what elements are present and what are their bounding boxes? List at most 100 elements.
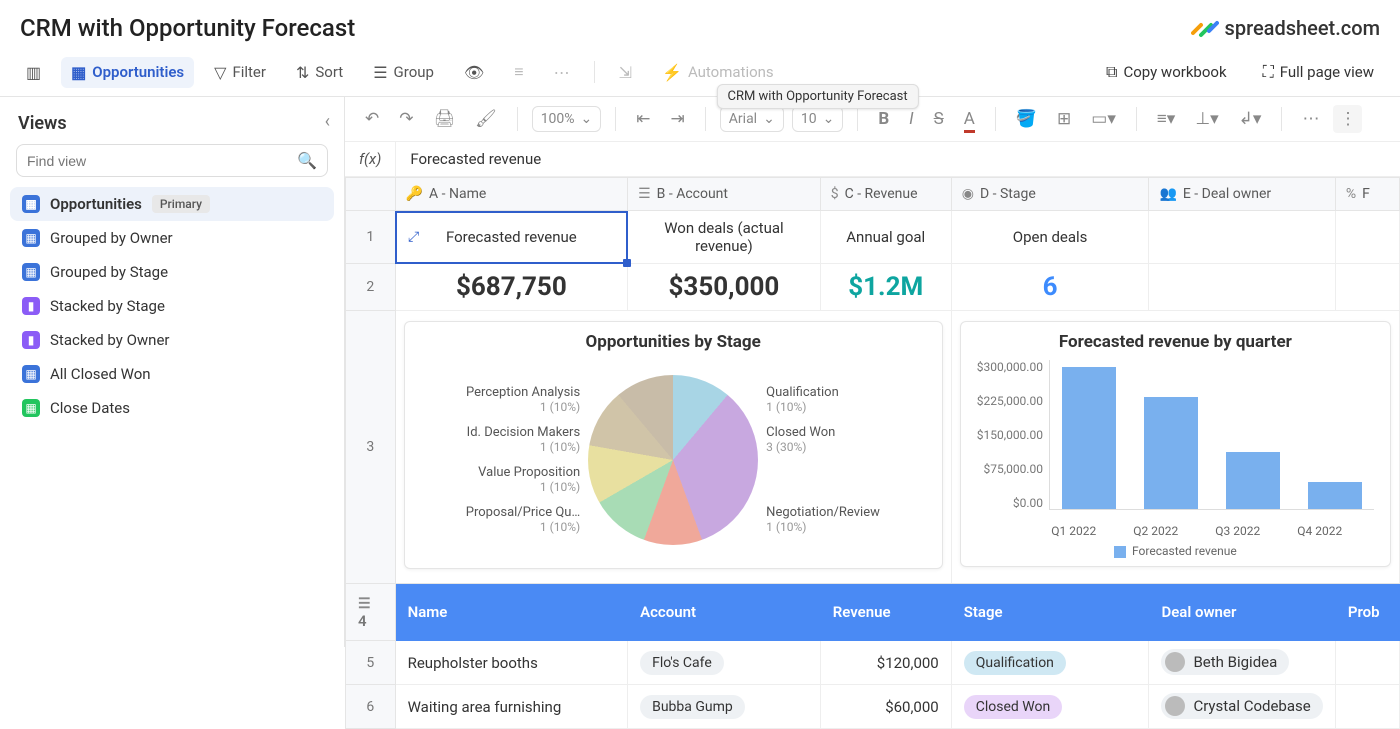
fill-color-icon[interactable]: 🪣 <box>1010 105 1043 133</box>
strikethrough-icon[interactable]: S <box>928 105 950 133</box>
cell-chart-pie[interactable]: Opportunities by Stage Perception Analys… <box>395 311 951 584</box>
col-header-b[interactable]: ☰B - Account <box>628 178 821 211</box>
col-header-d[interactable]: ◉D - Stage <box>951 178 1149 211</box>
row-header-1[interactable]: 1⤢ <box>346 211 396 264</box>
share-view-icon[interactable]: ⇲ <box>609 57 642 88</box>
group-button[interactable]: ☰Group <box>363 57 444 88</box>
italic-icon[interactable]: I <box>903 105 919 133</box>
view-all-closed-won[interactable]: ▦ All Closed Won <box>10 357 334 391</box>
wrap-icon[interactable]: ↲▾ <box>1233 105 1268 133</box>
view-grouped-by-owner[interactable]: ▦ Grouped by Owner <box>10 221 334 255</box>
data-hdr-account[interactable]: Account <box>628 584 821 641</box>
more-format-icon[interactable]: ⋯ <box>1296 105 1325 133</box>
borders-icon[interactable]: ⊞ <box>1051 105 1077 133</box>
row-header-5[interactable]: 5 <box>346 641 396 685</box>
row-header-2[interactable]: 2 <box>346 264 396 311</box>
view-label: Stacked by Stage <box>50 297 165 315</box>
row-header-6[interactable]: 6 <box>346 685 396 729</box>
cell-prob[interactable] <box>1335 641 1399 685</box>
align-v-icon[interactable]: ⊥▾ <box>1189 105 1224 133</box>
cell-account[interactable]: Flo's Cafe <box>628 641 821 685</box>
cell-c1[interactable]: Annual goal <box>820 211 951 264</box>
grid-view-icon: ▦ <box>22 263 40 281</box>
redo-icon[interactable]: ↷ <box>393 105 419 133</box>
cell-a2[interactable]: $687,750 <box>395 264 627 311</box>
cell-b1[interactable]: Won deals (actual revenue) <box>628 211 821 264</box>
view-close-dates[interactable]: ▦ Close Dates <box>10 391 334 425</box>
filter-button[interactable]: ▽Filter <box>204 57 276 88</box>
data-hdr-name[interactable]: Name <box>395 584 627 641</box>
cell-name[interactable]: Waiting area furnishing <box>395 685 627 729</box>
print-icon[interactable]: 🖨 <box>428 105 462 133</box>
row-height-icon[interactable]: ≡ <box>504 56 533 88</box>
brand-logo[interactable]: spreadsheet.com <box>1191 16 1380 40</box>
cell-stage[interactable]: Qualification <box>951 641 1149 685</box>
data-hdr-stage[interactable]: Stage <box>951 584 1149 641</box>
view-opportunities[interactable]: ▦ Opportunities Primary <box>10 187 334 221</box>
data-hdr-owner[interactable]: Deal owner <box>1149 584 1335 641</box>
view-grouped-by-stage[interactable]: ▦ Grouped by Stage <box>10 255 334 289</box>
pie-right-labels: Qualification1 (10%) Closed Won3 (30%) N… <box>758 385 903 535</box>
indent-icon[interactable]: ⇥ <box>665 105 691 133</box>
copy-workbook-button[interactable]: ⧉Copy workbook <box>1096 56 1237 88</box>
merge-cells-icon[interactable]: ▭▾ <box>1085 105 1122 133</box>
select-all-corner[interactable] <box>346 178 396 211</box>
view-stacked-by-stage[interactable]: ▮ Stacked by Stage <box>10 289 334 323</box>
collapse-sidebar-icon[interactable]: ‹ <box>325 111 330 132</box>
format-painter-icon[interactable]: 🖌 <box>469 105 503 133</box>
automations-button[interactable]: ⚡Automations <box>652 57 784 88</box>
font-size-select[interactable]: 10 ⌄ <box>792 106 843 132</box>
cell-e1[interactable] <box>1149 211 1335 264</box>
zoom-select[interactable]: 100% ⌄ <box>532 106 602 132</box>
cell-name[interactable]: Reupholster booths <box>395 641 627 685</box>
cell-revenue[interactable]: $60,000 <box>820 685 951 729</box>
cell-b2[interactable]: $350,000 <box>628 264 821 311</box>
data-hdr-prob[interactable]: Prob <box>1335 584 1399 641</box>
view-stacked-by-owner[interactable]: ▮ Stacked by Owner <box>10 323 334 357</box>
cell-chart-bar[interactable]: Forecasted revenue by quarter $300,000.0… <box>951 311 1399 584</box>
grid-view-icon: ▦ <box>22 365 40 383</box>
spreadsheet-grid[interactable]: 🔑A - Name ☰B - Account $C - Revenue ◉D -… <box>345 177 1400 729</box>
align-h-icon[interactable]: ≡▾ <box>1151 105 1181 133</box>
formula-input[interactable]: Forecasted revenue <box>396 142 555 176</box>
more-icon[interactable]: ⋯ <box>544 57 580 88</box>
cell-owner[interactable]: Crystal Codebase <box>1149 685 1335 729</box>
brand-icon <box>1191 17 1219 39</box>
find-view-input[interactable] <box>27 153 297 169</box>
cell-stage[interactable]: Closed Won <box>951 685 1149 729</box>
find-view-search[interactable]: 🔍 <box>16 144 328 177</box>
row-header-3[interactable]: 3 <box>346 311 396 584</box>
cell-revenue[interactable]: $120,000 <box>820 641 951 685</box>
hide-fields-icon[interactable]: 👁 <box>454 57 494 88</box>
cell-f2[interactable] <box>1335 264 1399 311</box>
sheet-tab-opportunities[interactable]: ▦Opportunities <box>61 57 194 88</box>
sort-button[interactable]: ⇅Sort <box>286 57 353 88</box>
col-header-e[interactable]: 👥E - Deal owner <box>1149 178 1335 211</box>
cell-c2[interactable]: $1.2M <box>820 264 951 311</box>
text-color-icon[interactable]: A <box>958 105 981 133</box>
views-toggle-icon[interactable]: ▥ <box>16 57 51 88</box>
database-icon: ☰ <box>638 186 651 202</box>
menu-icon[interactable]: ⋮ <box>1333 105 1362 133</box>
undo-icon[interactable]: ↶ <box>359 105 385 133</box>
cell-d1[interactable]: Open deals <box>951 211 1149 264</box>
cell-a1[interactable]: Forecasted revenue <box>395 211 627 264</box>
col-header-c[interactable]: $C - Revenue <box>820 178 951 211</box>
data-hdr-revenue[interactable]: Revenue <box>820 584 951 641</box>
chevron-down-icon: ⌄ <box>581 111 593 127</box>
cell-account[interactable]: Bubba Gump <box>628 685 821 729</box>
dedent-icon[interactable]: ⇤ <box>630 105 656 133</box>
fullpage-button[interactable]: ⛶Full page view <box>1253 56 1384 88</box>
cell-e2[interactable] <box>1149 264 1335 311</box>
cell-d2[interactable]: 6 <box>951 264 1149 311</box>
cell-prob[interactable] <box>1335 685 1399 729</box>
bold-icon[interactable]: B <box>872 105 895 133</box>
bar-x-axis: Q1 2022 Q2 2022 Q3 2022 Q4 2022 <box>977 524 1374 538</box>
col-header-a[interactable]: 🔑A - Name <box>395 178 627 211</box>
font-select[interactable]: Arial ⌄ <box>720 106 784 132</box>
row-header-4[interactable]: ☰ 4 <box>346 584 396 641</box>
fill-handle[interactable] <box>623 259 631 267</box>
col-header-f[interactable]: %F <box>1335 178 1399 211</box>
cell-owner[interactable]: Beth Bigidea <box>1149 641 1335 685</box>
cell-f1[interactable] <box>1335 211 1399 264</box>
